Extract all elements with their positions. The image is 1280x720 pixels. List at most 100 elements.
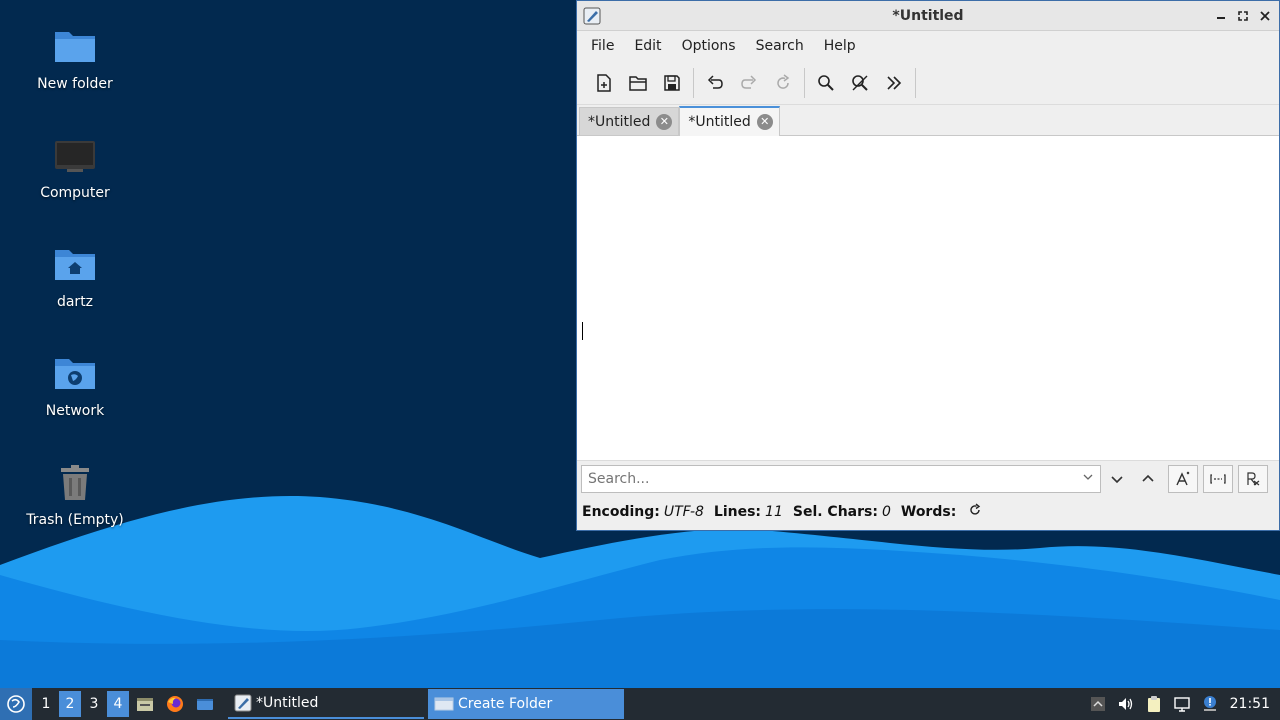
more-tools-button[interactable] [877,66,911,100]
desktop-icon-home[interactable]: dartz [15,228,135,328]
volume-icon [1118,698,1132,710]
open-button[interactable] [621,66,655,100]
toolbar-separator [915,67,916,98]
sel-chars-label: Sel. Chars: [792,504,878,520]
menu-search[interactable]: Search [746,38,814,54]
reload-button[interactable] [766,66,800,100]
workspace-4[interactable]: 4 [107,691,129,717]
close-button[interactable] [1257,8,1273,24]
search-combobox[interactable] [581,465,1101,493]
reload-icon [777,73,790,89]
desktop-icon-network[interactable]: Network [15,337,135,437]
file-manager-launcher[interactable] [130,688,160,720]
desktop-icon-label: Trash (Empty) [26,512,124,528]
workspace-1[interactable]: 1 [35,691,57,717]
menu-options[interactable]: Options [672,38,746,54]
desktop-icon [197,699,213,710]
text-editor-window: *Untitled File Edit Options Search Help [576,0,1280,531]
clock[interactable]: 21:51 [1224,696,1280,712]
home-folder-icon [55,250,95,280]
find-replace-button[interactable] [843,66,877,100]
match-case-icon [1176,471,1190,486]
words-label: Words: [900,504,957,520]
window-title: *Untitled [892,7,964,24]
whole-word-toggle[interactable] [1203,465,1233,493]
tab-close-icon[interactable]: ✕ [756,114,773,130]
toolbar-separator [804,67,805,98]
document-tab-bar: *Untitled ✕ *Untitled ✕ [577,105,1279,136]
new-document-icon [597,73,611,92]
task-untitled[interactable]: *Untitled [228,689,424,719]
maximize-button[interactable] [1235,8,1251,24]
taskbar: 1 2 3 4 *Untitled Create Folder 21:51 [0,688,1280,720]
workspace-3[interactable]: 3 [83,691,105,717]
menu-file[interactable]: File [581,38,624,54]
desktop-icon-trash[interactable]: Trash (Empty) [15,446,135,546]
encoding-label: Encoding: [582,504,660,520]
tab-close-icon[interactable]: ✕ [656,113,673,130]
tab-label: *Untitled [688,114,751,130]
folder-icon [55,32,95,62]
window-titlebar[interactable]: *Untitled [577,1,1279,31]
whole-word-icon [1210,474,1226,484]
desktop-icon-computer[interactable]: Computer [15,119,135,219]
clipboard-button[interactable] [1140,688,1168,720]
document-tab-2[interactable]: *Untitled ✕ [679,106,780,136]
firefox-launcher[interactable] [160,688,190,720]
notification-button[interactable] [1196,688,1224,720]
chevron-up-icon [1090,697,1105,711]
workspace-2[interactable]: 2 [59,691,81,717]
document-tab-1[interactable]: *Untitled ✕ [579,107,680,135]
menu-help[interactable]: Help [814,38,866,54]
menu-edit[interactable]: Edit [624,38,671,54]
desktop-icon-label: Computer [40,185,110,201]
redo-button[interactable] [732,66,766,100]
minimize-icon [1217,17,1225,19]
volume-button[interactable] [1112,688,1140,720]
folder-open-icon [629,75,647,91]
new-document-button[interactable] [587,66,621,100]
network-button[interactable] [1168,688,1196,720]
undo-button[interactable] [698,66,732,100]
desktop-icon-new-folder[interactable]: New folder [15,10,135,110]
chevron-down-icon[interactable] [1082,471,1094,486]
save-button[interactable] [655,66,689,100]
start-menu-button[interactable] [0,688,32,720]
chevron-down-icon [1111,476,1123,484]
trash-icon [61,465,89,500]
desktop-icon-label: Network [45,403,105,419]
find-next-button[interactable] [1102,465,1132,493]
close-icon [1260,11,1270,21]
save-icon [664,74,680,91]
chevron-up-icon [1142,474,1154,482]
notification-icon [1203,696,1216,711]
text-editor-area[interactable] [577,136,1279,461]
search-input[interactable] [588,471,1068,487]
firefox-icon [167,696,183,712]
task-create-folder[interactable]: Create Folder [428,689,624,719]
lines-value: 11 [765,504,783,520]
regex-toggle[interactable] [1238,465,1268,493]
computer-icon [55,141,95,172]
find-button[interactable] [809,66,843,100]
dialog-window-icon [434,697,454,711]
regex-icon [1247,472,1260,486]
match-case-toggle[interactable] [1168,465,1198,493]
double-chevron-right-icon [887,75,902,90]
maximize-icon [1238,11,1248,21]
lubuntu-logo-icon [7,695,25,713]
show-desktop-button[interactable] [190,688,220,720]
refresh-word-count-button[interactable] [968,503,982,521]
desktop-icon-label: dartz [56,294,94,310]
text-editor-app-icon [234,694,252,712]
undo-icon [707,74,723,89]
minimize-button[interactable] [1213,8,1229,24]
find-previous-button[interactable] [1133,465,1163,493]
tab-label: *Untitled [588,113,651,130]
encoding-value[interactable]: UTF-8 [664,504,704,520]
file-manager-icon [137,698,153,711]
search-bar [577,461,1279,497]
tray-expand-button[interactable] [1084,688,1112,720]
redo-icon [741,74,757,89]
status-bar: Encoding: UTF-8 Lines: 11 Sel. Chars: 0 … [577,497,1279,527]
